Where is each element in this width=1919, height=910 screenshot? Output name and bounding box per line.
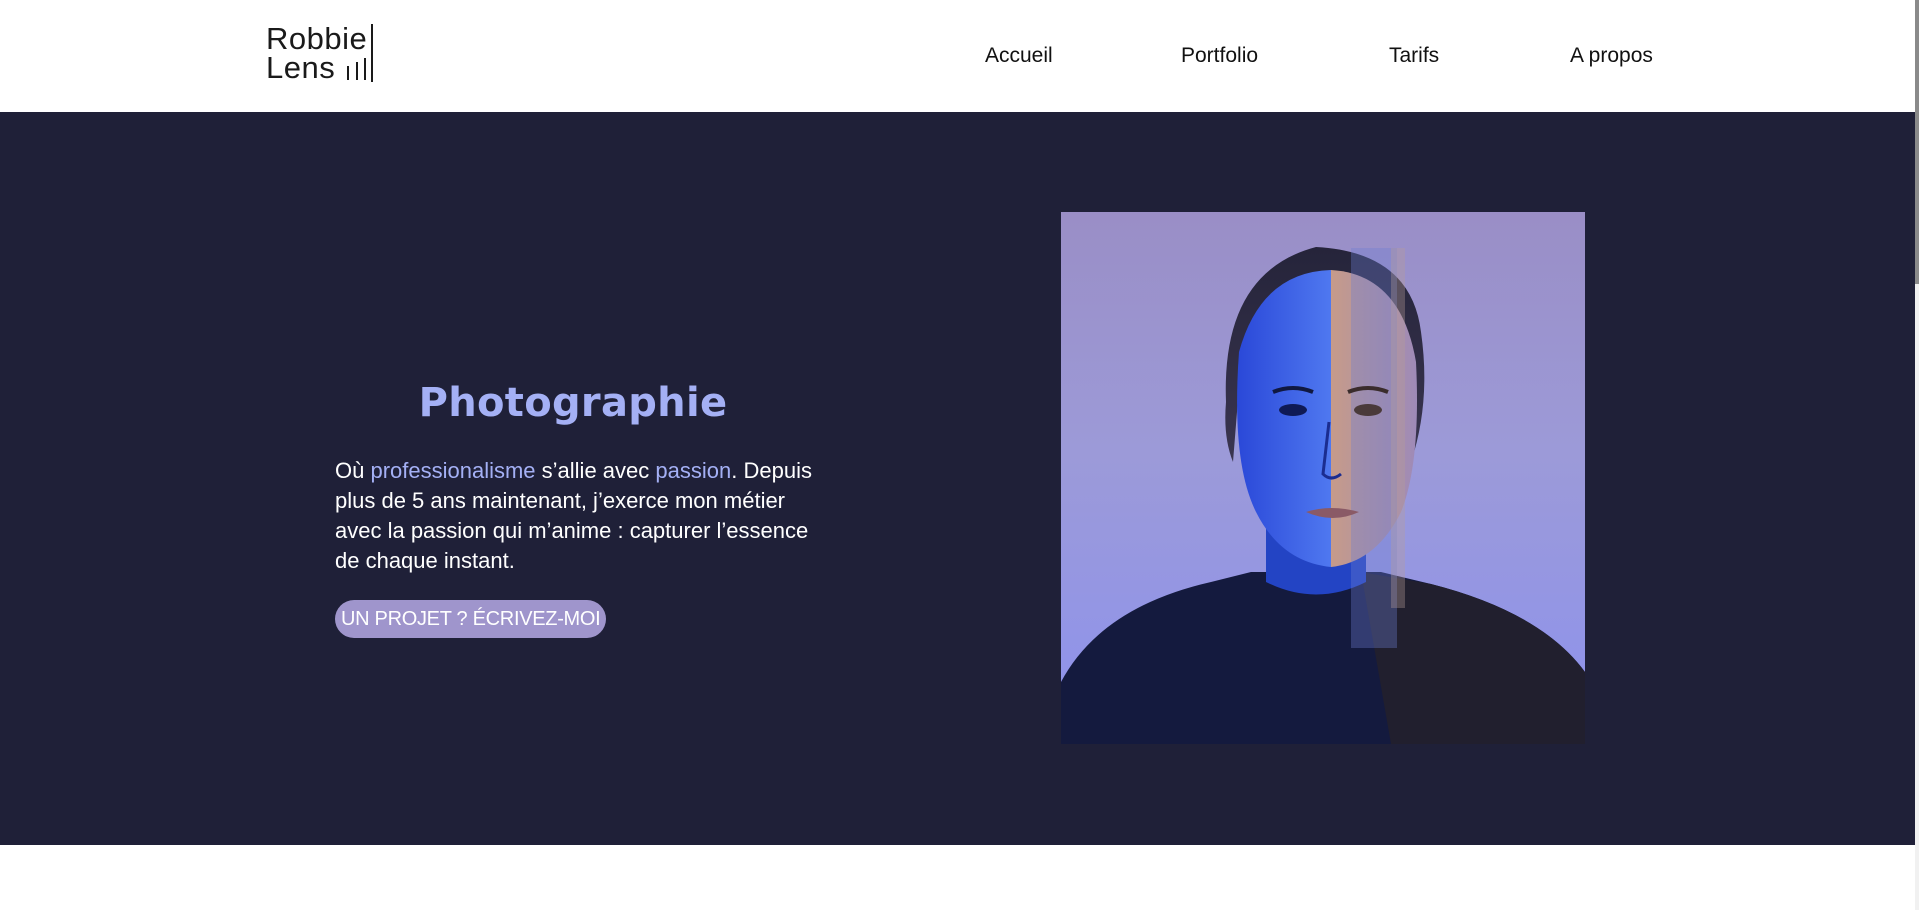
contact-cta-button[interactable]: UN PROJET ? ÉCRIVEZ-MOI [335,600,607,638]
logo-divider [371,24,373,82]
nav-item-a-propos[interactable]: A propos [1570,44,1653,68]
brand-logo[interactable]: Robbie Lens [266,21,376,84]
site-header: Robbie Lens Accueil Portfolio Tarifs A p… [0,0,1919,112]
nav-item-tarifs[interactable]: Tarifs [1389,44,1439,68]
scrollbar-thumb[interactable] [1915,0,1919,284]
nav-item-accueil[interactable]: Accueil [985,44,1053,68]
page-scrollbar[interactable] [1915,0,1919,910]
nav-item-portfolio[interactable]: Portfolio [1181,44,1258,68]
brand-line1: Robbie [266,21,368,56]
hero-highlight-passion: passion [655,458,732,483]
hero-section: Photographie Où professionalisme s’allie… [0,112,1919,845]
hero-text-prefix: Où [335,458,371,483]
hero-description: Où professionalisme s’allie avec passion… [335,456,815,576]
portrait-photo [1061,212,1585,744]
hero-highlight-professionalisme: professionalisme [370,458,536,483]
hero-title: Photographie [418,380,728,426]
portrait-illustration-icon [1061,247,1585,744]
hero-text-middle: s’allie avec [535,458,656,483]
